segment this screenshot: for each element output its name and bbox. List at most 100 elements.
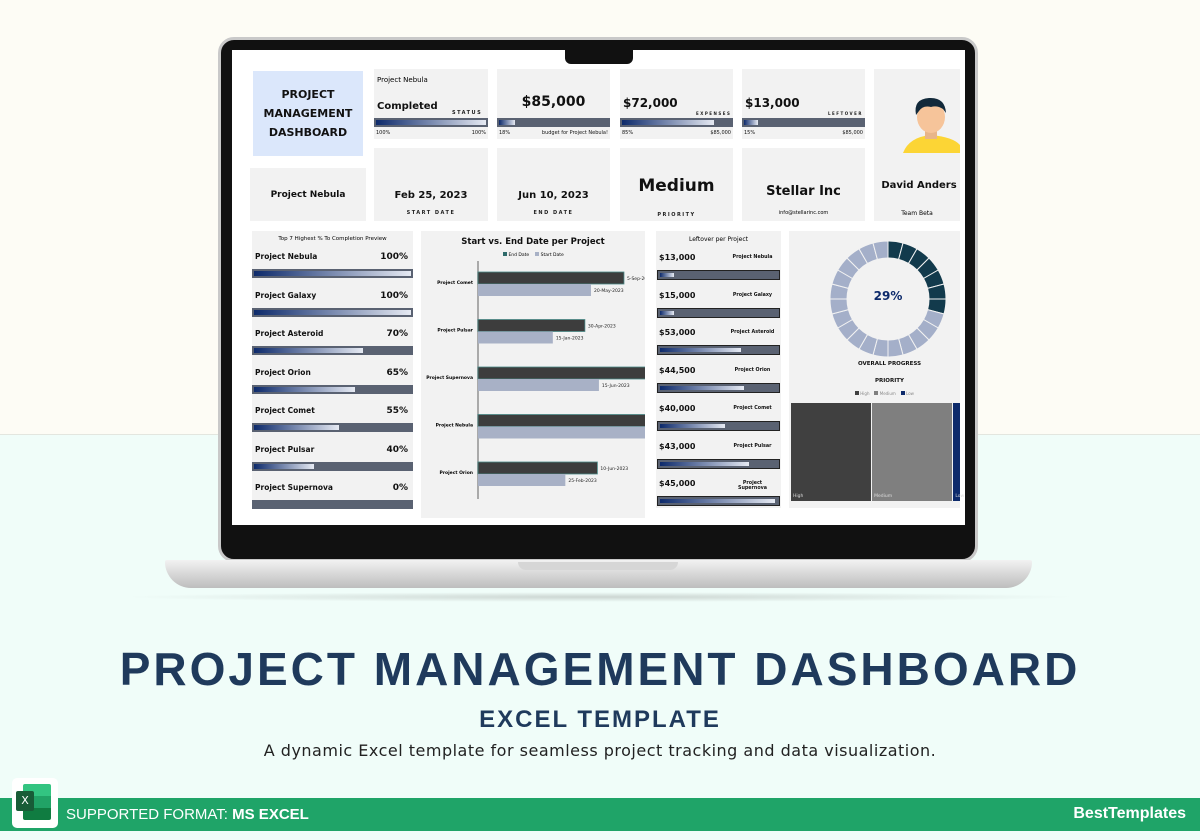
expenses-left: 85%	[622, 130, 634, 136]
leftover-progress-bar	[742, 118, 865, 127]
leftover-amount: $40,000	[659, 403, 696, 413]
gantt-bar-start	[478, 426, 645, 439]
gantt-category-label: Project Supernova	[426, 375, 473, 381]
leftover-project-name: Project Galaxy	[732, 292, 773, 298]
manager-name: David Anders	[881, 180, 957, 191]
completion-project-name: Project Pulsar	[255, 444, 315, 454]
gantt-category-label: Project Comet	[437, 280, 474, 286]
priority-legend: High Medium Low	[855, 391, 914, 396]
leftover-project-name: Project Nebula	[732, 255, 773, 260]
leftover-amount: $45,000	[659, 479, 696, 489]
end-date-value: Jun 10, 2023	[518, 190, 589, 201]
budget-right: budget for Project Nebula!	[541, 130, 608, 136]
camera-notch	[565, 44, 633, 64]
client-card: Stellar Inc info@stellarinc.com	[742, 148, 865, 221]
leftover-bar-fill	[660, 499, 775, 504]
leftover-bar-fill	[660, 461, 750, 466]
leftover-bar	[657, 458, 780, 469]
gantt-category-label: Project Nebula	[436, 423, 473, 429]
completion-percent: 100%	[380, 290, 408, 301]
leftover-bar-fill	[660, 273, 675, 277]
completion-percent: 0%	[392, 483, 408, 493]
priority-card: Medium PRIORITY	[620, 148, 733, 221]
page-description: A dynamic Excel template for seamless pr…	[263, 741, 937, 760]
footer-bar: SUPPORTED FORMAT: MS EXCEL BestTemplates	[0, 798, 1200, 831]
leftover-amount: $44,500	[659, 366, 696, 376]
completion-bar-fill	[254, 386, 355, 392]
treemap-label: Low	[955, 494, 965, 499]
completion-bar	[252, 346, 413, 355]
priority-value: Medium	[638, 176, 715, 196]
excel-icon: X	[12, 778, 58, 828]
leftover-project-name: Project Orion	[734, 368, 771, 374]
gantt-bar-start	[478, 474, 566, 486]
treemap-label: Medium	[874, 494, 893, 499]
gantt-data-label: 5-Sep-2023	[627, 276, 645, 282]
gantt-bar-start	[478, 284, 591, 296]
leftover-bar	[657, 496, 780, 507]
expenses-card: $72,000 EXPENSES 85% $85,000	[620, 69, 733, 139]
gantt-data-label: 15-Jun-2023	[602, 383, 630, 389]
start-date-label: START DATE	[406, 210, 456, 216]
leftover-amount: $15,000	[659, 290, 696, 300]
gantt-category-label: Project Orion	[440, 470, 473, 476]
leftover-card: $13,000 LEFTOVER 15% $85,000	[742, 69, 865, 139]
gantt-bar-end	[477, 271, 625, 285]
treemap-medium: Medium	[872, 403, 953, 501]
laptop-base-notch	[518, 562, 678, 570]
completion-project-name: Project Galaxy	[255, 290, 317, 300]
leftover-bar	[657, 270, 780, 280]
priority-legend-item: Low	[900, 391, 914, 396]
priority-treemap: High Medium Low	[791, 403, 964, 501]
completion-percent: 100%	[380, 252, 408, 262]
leftover-panel: Leftover per Project $13,000 Project Nebu…	[656, 231, 781, 508]
leftover-right: $85,000	[842, 130, 863, 136]
budget-card: $85,000 18% budget for Project Nebula!	[497, 69, 610, 139]
completion-title: Top 7 Highest % To Completion Preview	[278, 236, 387, 242]
completion-bar-fill	[254, 348, 363, 353]
gantt-bar-start	[478, 379, 599, 391]
priority-legend-item: High	[855, 391, 869, 396]
gantt-data-label: 30-Apr-2023	[588, 324, 616, 330]
completion-bar-fill	[254, 271, 411, 276]
gantt-data-label: 20-May-2023	[594, 288, 624, 294]
client-email[interactable]: info@stellarinc.com	[742, 210, 865, 216]
leftover-amount: $53,000	[659, 328, 696, 338]
completion-project-name: Project Orion	[255, 367, 311, 377]
gantt-data-label: 25-Feb-2023	[568, 478, 597, 484]
completion-project-name: Project Nebula	[255, 252, 318, 261]
treemap-low: Low	[953, 403, 964, 501]
completion-bar	[252, 500, 413, 509]
completion-bar-fill	[254, 463, 315, 469]
budget-value: $85,000	[521, 94, 586, 110]
completion-percent: 55%	[386, 406, 408, 416]
completion-percent: 65%	[386, 367, 408, 378]
treemap-high: High	[791, 403, 872, 501]
priority-legend-item: Medium	[874, 391, 896, 396]
leftover-amount: $13,000	[659, 253, 696, 262]
leftover-project-name: Project Asteroid	[730, 330, 775, 336]
user-avatar-icon	[903, 97, 960, 153]
completion-bar-fill	[254, 425, 339, 430]
gantt-data-label: 10-Jun-2023	[600, 466, 628, 472]
end-date-card: Jun 10, 2023 END DATE	[497, 148, 610, 221]
priority-legend-label: High	[860, 391, 870, 396]
dashboard-title-box: PROJECT MANAGEMENT DASHBOARD	[253, 71, 363, 156]
manager-card: David Anders Team Beta	[874, 69, 960, 221]
gantt-bar-end	[477, 319, 586, 332]
gantt-bar-end	[477, 461, 598, 475]
leftover-bar-fill	[660, 423, 725, 428]
completion-bar	[252, 384, 413, 394]
manager-team: Team Beta	[901, 210, 933, 217]
progress-panel: 29% OVERALL PROGRESS PRIORITY High Mediu…	[789, 231, 964, 508]
budget-progress-bar	[497, 118, 610, 127]
leftover-left: 15%	[744, 130, 756, 136]
status-right: 100%	[471, 130, 486, 136]
expenses-progress-bar	[620, 118, 733, 127]
progress-value: 29%	[873, 289, 903, 303]
format-info: SUPPORTED FORMAT: MS EXCEL	[66, 806, 309, 823]
status-project: Project Nebula	[377, 76, 428, 84]
status-value: Completed	[377, 101, 438, 112]
gantt-category-label: Project Pulsar	[437, 328, 473, 334]
brand-logo: BestTemplates	[1073, 805, 1186, 822]
